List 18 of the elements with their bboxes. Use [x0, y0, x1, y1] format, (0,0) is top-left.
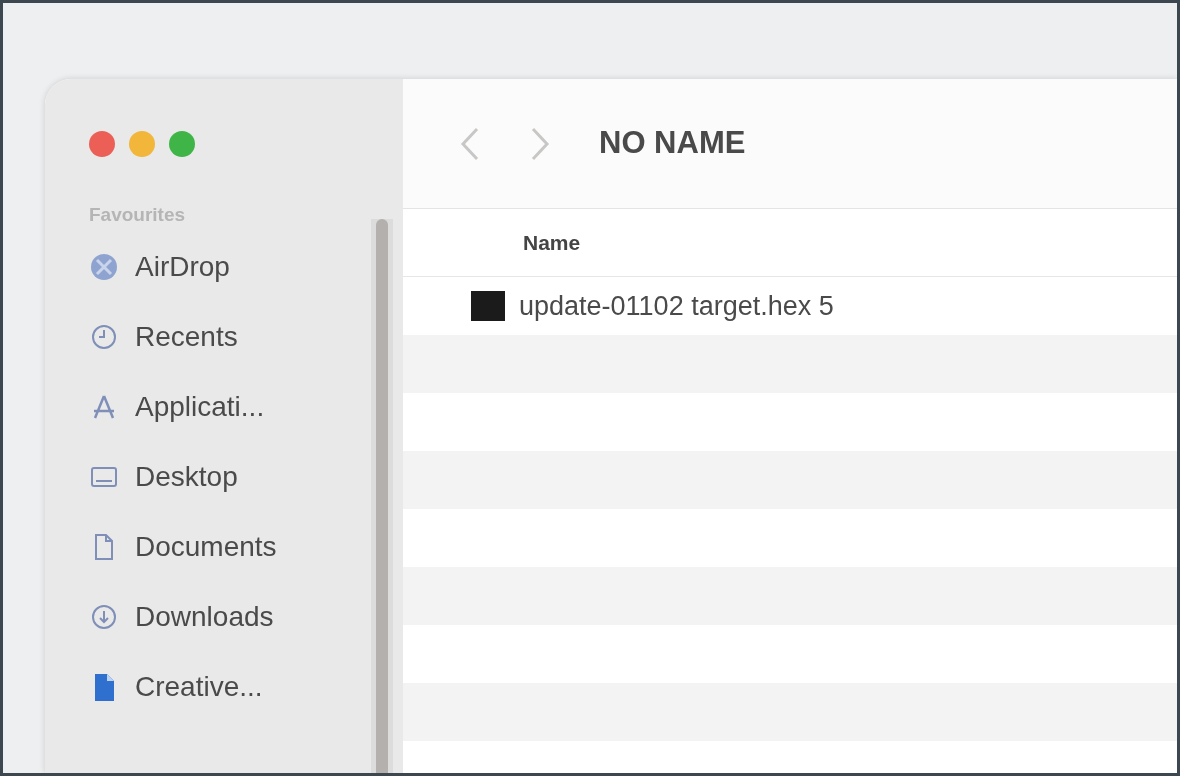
close-button[interactable]	[89, 131, 115, 157]
back-icon[interactable]	[459, 125, 481, 162]
column-header[interactable]: Name	[523, 226, 581, 259]
minimize-button[interactable]	[129, 131, 155, 157]
sidebar-item[interactable]: Downloads	[89, 597, 274, 636]
sidebar-item[interactable]: Desktop	[89, 457, 238, 496]
sidebar-item[interactable]: Recents	[89, 317, 238, 356]
window-title: NO NAME	[599, 124, 746, 163]
sidebar-item[interactable]: Creative...	[89, 667, 263, 706]
sidebar-item[interactable]: Applicati...	[89, 387, 265, 426]
scrollbar-thumb[interactable]	[376, 219, 388, 773]
airdrop-icon	[89, 251, 119, 282]
file-icon	[471, 291, 505, 321]
sidebar-item[interactable]: AirDrop	[89, 247, 230, 286]
forward-icon[interactable]	[529, 125, 551, 162]
file-row[interactable]: update-01102 target.hex 5	[403, 277, 1177, 335]
zoom-button[interactable]	[169, 131, 195, 157]
sidebar-item[interactable]: Documents	[89, 527, 277, 566]
